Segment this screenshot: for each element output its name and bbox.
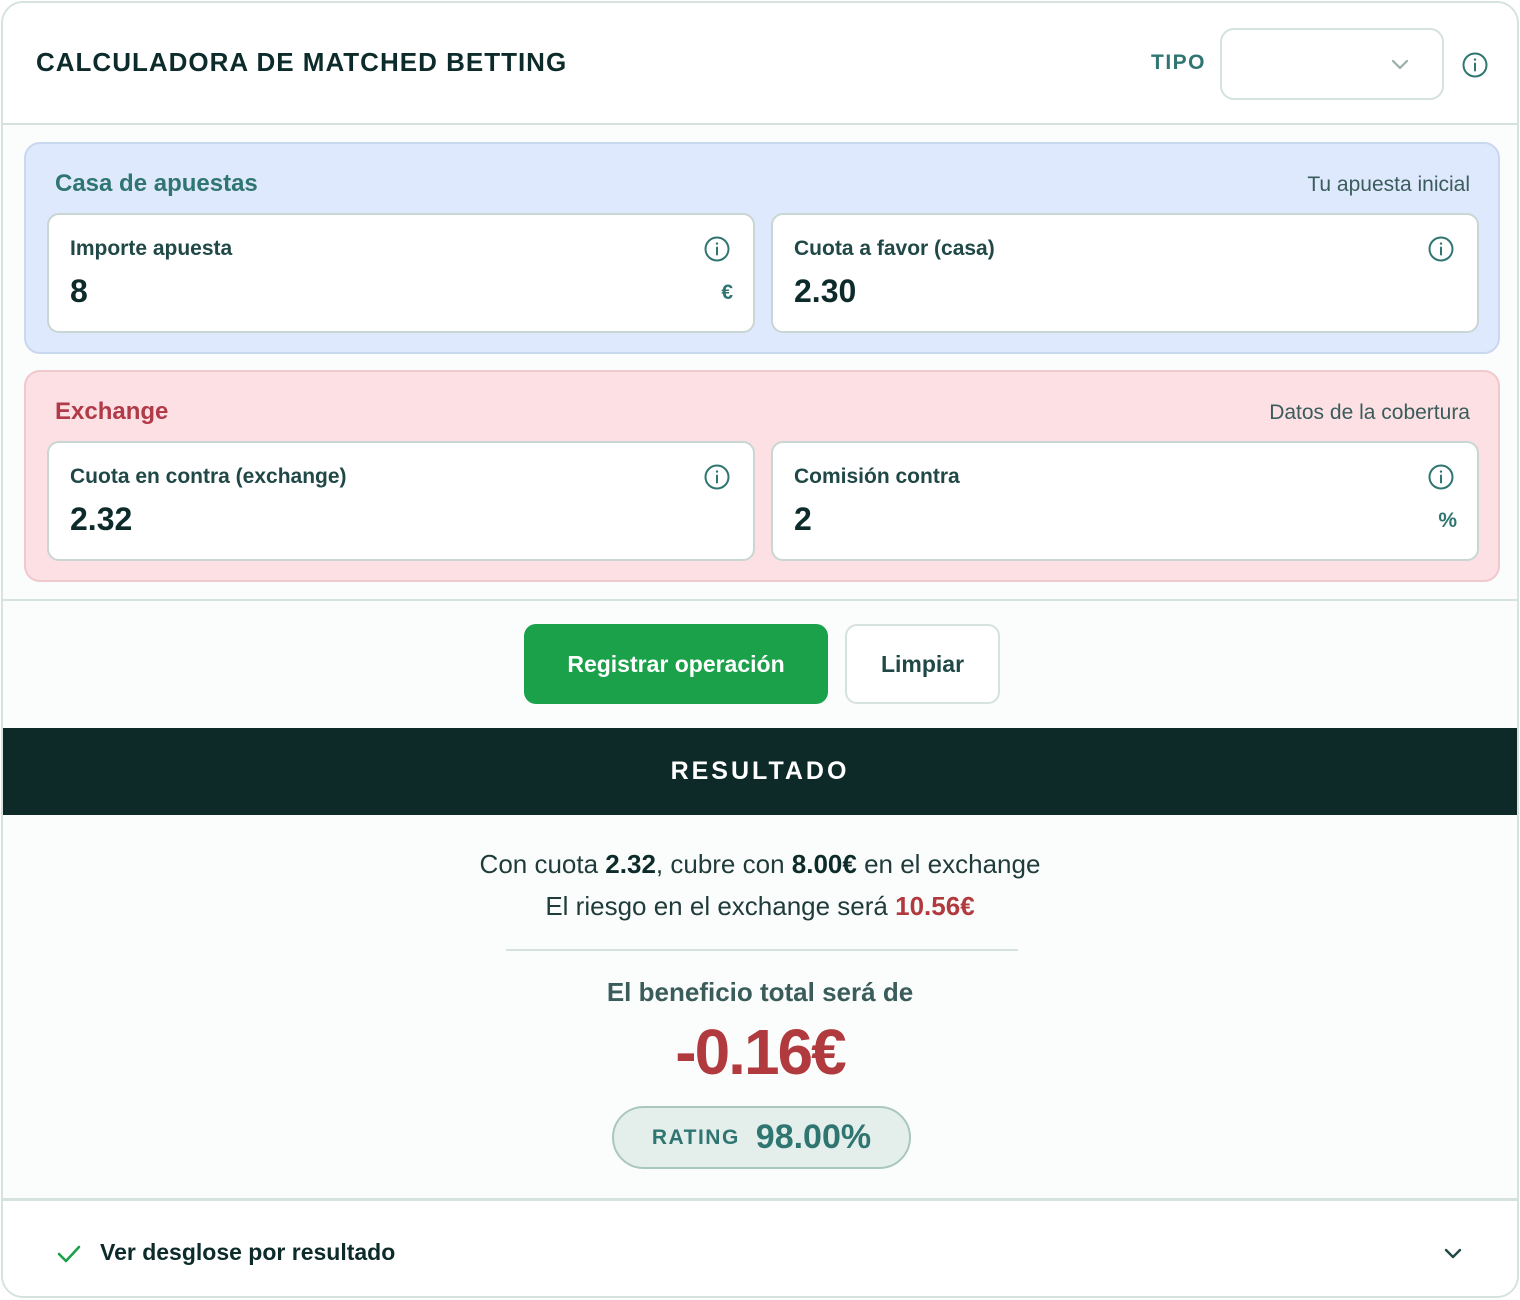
register-operation-button[interactable]: Registrar operación	[524, 624, 828, 704]
summary-text: en el exchange	[856, 849, 1041, 879]
info-icon[interactable]	[1427, 463, 1455, 491]
importe-apuesta-field[interactable]: Importe apuesta 8 €	[47, 213, 755, 333]
profit-value: -0.16€	[675, 1016, 846, 1088]
result-title: RESULTADO	[670, 757, 850, 785]
header: CALCULADORA DE MATCHED BETTING TIPO	[3, 3, 1517, 125]
clear-button[interactable]: Limpiar	[845, 624, 1000, 704]
divider	[506, 949, 1018, 951]
breakdown-toggle[interactable]: Ver desglose por resultado	[3, 1198, 1517, 1296]
info-icon[interactable]	[703, 235, 731, 263]
field-label: Comisión contra	[794, 465, 960, 488]
exchange-title: Exchange	[55, 398, 169, 425]
exchange-subtitle: Datos de la cobertura	[1269, 401, 1470, 424]
importe-apuesta-input[interactable]: 8	[70, 273, 88, 310]
field-label: Importe apuesta	[70, 237, 233, 260]
field-label: Cuota en contra (exchange)	[70, 465, 347, 488]
cuota-contra-input[interactable]: 2.32	[70, 501, 132, 538]
rating-badge: RATING 98.00%	[612, 1106, 911, 1169]
tipo-select[interactable]	[1220, 28, 1444, 100]
percent-unit: %	[1438, 509, 1457, 532]
tipo-label: TIPO	[1151, 51, 1207, 74]
liability-value: 10.56€	[895, 891, 975, 921]
summary-text: Con cuota	[479, 849, 606, 879]
rating-label: RATING	[651, 1125, 740, 1149]
chevron-down-icon	[1444, 1248, 1462, 1259]
chevron-down-icon	[1391, 59, 1409, 70]
breakdown-label: Ver desglose por resultado	[100, 1239, 396, 1265]
cuota-favor-input[interactable]: 2.30	[794, 273, 856, 310]
cover-summary: Con cuota 2.32, cubre con 8.00€ en el ex…	[3, 849, 1517, 880]
risk-summary: El riesgo en el exchange será 10.56€	[3, 891, 1517, 922]
cuota-favor-field[interactable]: Cuota a favor (casa) 2.30	[771, 213, 1479, 333]
field-label: Cuota a favor (casa)	[794, 237, 995, 260]
exchange-section: Exchange Datos de la cobertura Cuota en …	[24, 370, 1500, 582]
calculator-card: CALCULADORA DE MATCHED BETTING TIPO Casa…	[1, 1, 1519, 1298]
profit-label: El beneficio total será de	[606, 977, 914, 1007]
info-icon[interactable]	[703, 463, 731, 491]
casa-title: Casa de apuestas	[55, 170, 258, 197]
page-title: CALCULADORA DE MATCHED BETTING	[36, 47, 568, 77]
divider	[3, 599, 1517, 601]
comision-contra-field[interactable]: Comisión contra 2 %	[771, 441, 1479, 561]
summary-text: El riesgo en el exchange será	[545, 891, 896, 921]
lay-odds-value: 2.32	[605, 849, 656, 879]
info-icon[interactable]	[1461, 51, 1489, 79]
info-icon[interactable]	[1427, 235, 1455, 263]
comision-contra-input[interactable]: 2	[794, 501, 812, 538]
cuota-contra-field[interactable]: Cuota en contra (exchange) 2.32	[47, 441, 755, 561]
currency-unit: €	[721, 281, 733, 304]
result-header: RESULTADO	[3, 728, 1517, 815]
lay-stake-value: 8.00€	[791, 849, 857, 879]
check-icon	[57, 1245, 81, 1263]
rating-value: 98.00%	[755, 1118, 872, 1156]
summary-text: , cubre con	[655, 849, 792, 879]
casa-section: Casa de apuestas Tu apuesta inicial Impo…	[24, 142, 1500, 354]
casa-subtitle: Tu apuesta inicial	[1307, 173, 1470, 196]
